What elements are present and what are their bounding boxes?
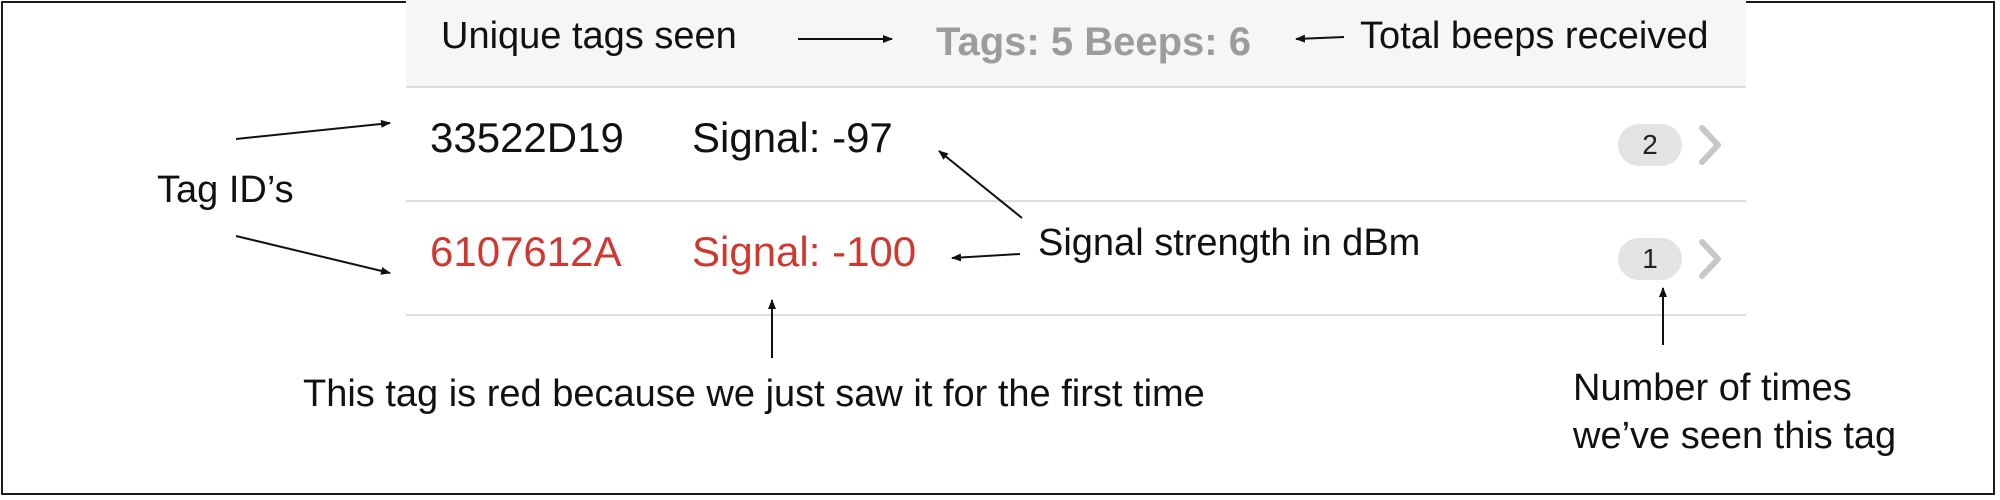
tag-row[interactable]: 33522D19 Signal: -97 2 bbox=[406, 88, 1746, 202]
beeps-count: Beeps: 6 bbox=[1084, 20, 1251, 64]
annotation-total-beeps: Total beeps received bbox=[1360, 15, 1709, 57]
annotation-tag-ids: Tag ID’s bbox=[157, 169, 294, 211]
annotation-times-seen-line1: Number of times bbox=[1573, 367, 1852, 409]
signal-strength: Signal: -100 bbox=[692, 228, 917, 275]
tag-id: 6107612A bbox=[430, 228, 622, 275]
signal-strength: Signal: -97 bbox=[692, 114, 893, 161]
summary-counts: Tags: 5 Beeps: 6 bbox=[936, 20, 1251, 65]
seen-count-badge: 1 bbox=[1618, 238, 1682, 280]
tags-count: Tags: 5 bbox=[936, 20, 1074, 64]
annotation-signal-strength: Signal strength in dBm bbox=[1038, 222, 1421, 264]
annotation-unique-tags: Unique tags seen bbox=[441, 15, 737, 57]
seen-count-badge: 2 bbox=[1618, 124, 1682, 166]
chevron-right-icon bbox=[1699, 239, 1721, 279]
annotation-red-tag: This tag is red because we just saw it f… bbox=[303, 373, 1205, 415]
annotation-times-seen-line2: we’ve seen this tag bbox=[1573, 415, 1897, 457]
tag-id: 33522D19 bbox=[430, 114, 624, 161]
chevron-right-icon bbox=[1699, 125, 1721, 165]
